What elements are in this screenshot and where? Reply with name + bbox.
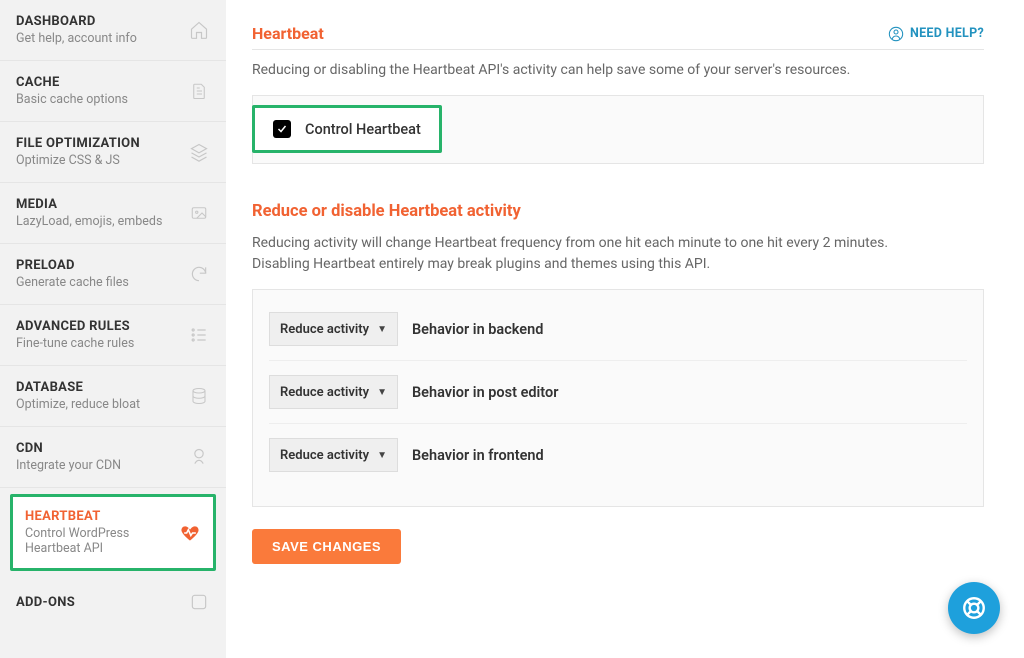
option-label: Behavior in post editor bbox=[412, 384, 558, 401]
file-icon bbox=[188, 80, 210, 102]
sidebar-item-heartbeat[interactable]: HEARTBEAT Control WordPress Heartbeat AP… bbox=[10, 494, 216, 571]
addons-icon bbox=[188, 591, 210, 613]
home-icon bbox=[188, 19, 210, 41]
section2-desc-line1: Reducing activity will change Heartbeat … bbox=[252, 233, 984, 254]
sidebar-item-sub: Integrate your CDN bbox=[16, 458, 180, 473]
section2-desc-line2: Disabling Heartbeat entirely may break p… bbox=[252, 254, 984, 275]
sidebar-item-title: MEDIA bbox=[16, 197, 180, 212]
sidebar-item-sub: Get help, account info bbox=[16, 31, 180, 46]
list-icon bbox=[188, 324, 210, 346]
sidebar-item-file-optimization[interactable]: FILE OPTIMIZATION Optimize CSS & JS bbox=[0, 122, 226, 183]
chevron-down-icon: ▼ bbox=[377, 324, 387, 335]
option-row-backend: Reduce activity ▼ Behavior in backend bbox=[269, 298, 967, 361]
main-content: Heartbeat NEED HELP? Reducing or disabli… bbox=[226, 0, 1024, 658]
sidebar: DASHBOARD Get help, account info CACHE B… bbox=[0, 0, 226, 658]
control-heartbeat-label: Control Heartbeat bbox=[305, 121, 421, 138]
sidebar-item-title: CDN bbox=[16, 441, 180, 456]
section1-description: Reducing or disabling the Heartbeat API'… bbox=[252, 60, 984, 81]
section-header: Heartbeat NEED HELP? bbox=[252, 24, 984, 50]
option-row-post-editor: Reduce activity ▼ Behavior in post edito… bbox=[269, 361, 967, 424]
select-value: Reduce activity bbox=[280, 322, 369, 337]
sidebar-item-sub: LazyLoad, emojis, embeds bbox=[16, 214, 180, 229]
select-value: Reduce activity bbox=[280, 448, 369, 463]
control-heartbeat-panel: Control Heartbeat bbox=[252, 95, 984, 164]
select-backend-behavior[interactable]: Reduce activity ▼ bbox=[269, 312, 398, 346]
sidebar-item-title: CACHE bbox=[16, 75, 180, 90]
sidebar-item-preload[interactable]: PRELOAD Generate cache files bbox=[0, 244, 226, 305]
sidebar-item-sub: Generate cache files bbox=[16, 275, 180, 290]
sidebar-item-sub: Basic cache options bbox=[16, 92, 180, 107]
sidebar-item-title: FILE OPTIMIZATION bbox=[16, 136, 180, 151]
save-changes-button[interactable]: SAVE CHANGES bbox=[252, 529, 401, 564]
select-value: Reduce activity bbox=[280, 385, 369, 400]
sidebar-item-sub: Control WordPress Heartbeat API bbox=[25, 526, 171, 556]
sidebar-item-title: ADVANCED RULES bbox=[16, 319, 180, 334]
sidebar-item-title: HEARTBEAT bbox=[25, 509, 171, 524]
reduce-disable-section: Reduce or disable Heartbeat activity Red… bbox=[252, 202, 984, 564]
sidebar-item-title: DATABASE bbox=[16, 380, 180, 395]
option-label: Behavior in frontend bbox=[412, 447, 544, 464]
option-row-frontend: Reduce activity ▼ Behavior in frontend bbox=[269, 424, 967, 486]
sidebar-item-addons[interactable]: ADD-ONS bbox=[0, 577, 226, 627]
sidebar-item-sub: Optimize CSS & JS bbox=[16, 153, 180, 168]
sidebar-item-title: PRELOAD bbox=[16, 258, 180, 273]
sidebar-item-sub: Fine-tune cache rules bbox=[16, 336, 180, 351]
control-heartbeat-checkbox[interactable] bbox=[273, 120, 291, 138]
heartbeat-icon bbox=[179, 522, 201, 544]
sidebar-item-title: DASHBOARD bbox=[16, 14, 180, 29]
layers-icon bbox=[188, 141, 210, 163]
sidebar-item-database[interactable]: DATABASE Optimize, reduce bloat bbox=[0, 366, 226, 427]
sidebar-item-cdn[interactable]: CDN Integrate your CDN bbox=[0, 427, 226, 488]
life-ring-icon bbox=[961, 595, 987, 621]
section-title-reduce: Reduce or disable Heartbeat activity bbox=[252, 202, 984, 221]
behavior-options-panel: Reduce activity ▼ Behavior in backend Re… bbox=[252, 289, 984, 507]
control-heartbeat-checkbox-row[interactable]: Control Heartbeat bbox=[252, 105, 442, 153]
sidebar-item-dashboard[interactable]: DASHBOARD Get help, account info bbox=[0, 0, 226, 61]
picture-icon bbox=[188, 202, 210, 224]
need-help-link[interactable]: NEED HELP? bbox=[888, 26, 984, 42]
cdn-icon bbox=[188, 446, 210, 468]
sidebar-item-title: ADD-ONS bbox=[16, 595, 180, 610]
help-person-icon bbox=[888, 26, 904, 42]
sidebar-item-media[interactable]: MEDIA LazyLoad, emojis, embeds bbox=[0, 183, 226, 244]
database-icon bbox=[188, 385, 210, 407]
section-title-heartbeat: Heartbeat bbox=[252, 24, 888, 43]
select-frontend-behavior[interactable]: Reduce activity ▼ bbox=[269, 438, 398, 472]
sidebar-item-sub: Optimize, reduce bloat bbox=[16, 397, 180, 412]
need-help-label: NEED HELP? bbox=[910, 26, 984, 41]
chevron-down-icon: ▼ bbox=[377, 387, 387, 398]
sidebar-item-advanced-rules[interactable]: ADVANCED RULES Fine-tune cache rules bbox=[0, 305, 226, 366]
chevron-down-icon: ▼ bbox=[377, 450, 387, 461]
help-fab-button[interactable] bbox=[948, 582, 1000, 634]
option-label: Behavior in backend bbox=[412, 321, 543, 338]
refresh-icon bbox=[188, 263, 210, 285]
select-post-editor-behavior[interactable]: Reduce activity ▼ bbox=[269, 375, 398, 409]
sidebar-item-cache[interactable]: CACHE Basic cache options bbox=[0, 61, 226, 122]
